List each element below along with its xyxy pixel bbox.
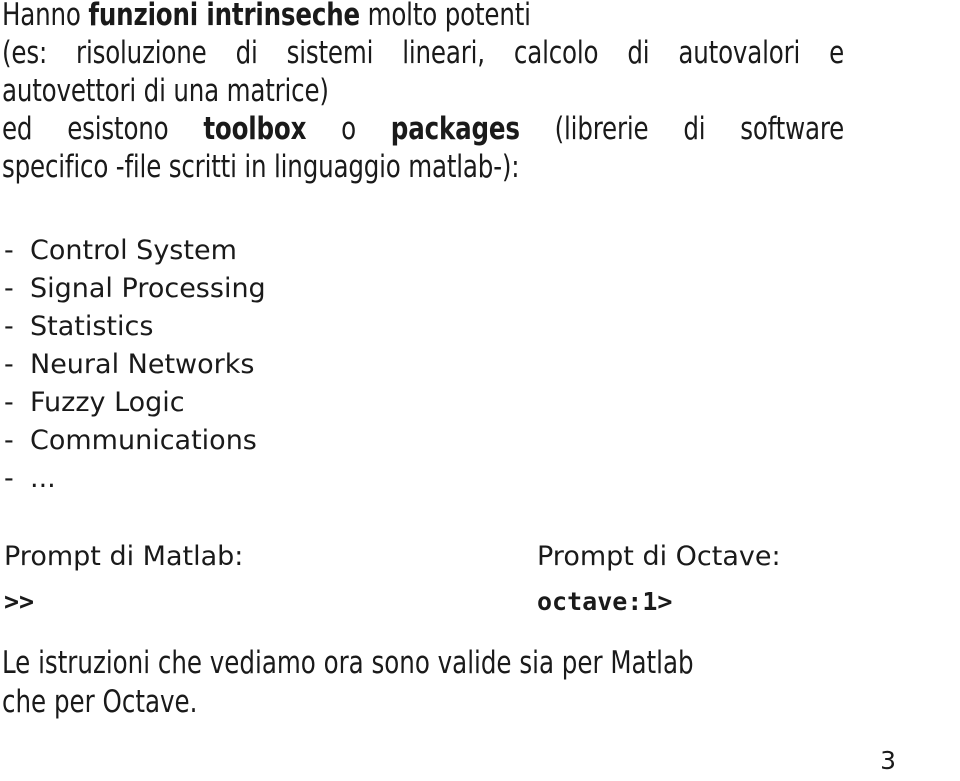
intro-emphasis: funzioni intrinseche xyxy=(88,0,360,33)
intro-word: sistemi xyxy=(286,35,374,71)
matlab-prompt-label: Prompt di Matlab: xyxy=(4,541,244,572)
octave-prompt-label: Prompt di Octave: xyxy=(537,541,781,572)
dash-bullet-icon: - xyxy=(4,349,14,380)
dash-bullet-icon: - xyxy=(4,273,14,304)
intro-text: autovettori di una matrice) xyxy=(2,73,329,109)
prompt-comparison: Prompt di Matlab: >> Prompt di Octave: o… xyxy=(4,540,954,630)
intro-text: specifico -file scritti in linguaggio ma… xyxy=(2,149,520,185)
intro-word: esistono xyxy=(67,111,169,147)
octave-prompt-value: octave:1> xyxy=(537,587,673,616)
list-item: - Fuzzy Logic xyxy=(4,384,524,422)
matlab-prompt-value: >> xyxy=(4,587,35,616)
list-item: - Neural Networks xyxy=(4,346,524,384)
toolbox-list: - Control System - Signal Processing - Statis… xyxy=(4,232,524,498)
intro-text: molto potenti xyxy=(359,0,531,33)
intro-line: ed esistono toolbox o packages (librerie di sof… xyxy=(2,110,844,148)
list-item: - Statistics xyxy=(4,308,524,346)
octave-prompt-column: Prompt di Octave: octave:1> xyxy=(537,540,781,621)
list-item-label: ... xyxy=(30,463,56,494)
intro-word: packages xyxy=(390,111,520,147)
intro-word: software xyxy=(740,111,845,147)
outro-line: che per Octave. xyxy=(2,684,198,720)
intro-line: Hanno funzioni intrinseche molto potenti xyxy=(2,0,844,34)
intro-line: specifico -file scritti in linguaggio ma… xyxy=(2,148,844,186)
dash-bullet-icon: - xyxy=(4,425,14,456)
list-item: - Communications xyxy=(4,422,524,460)
intro-word: ed xyxy=(2,111,33,147)
list-item: -... xyxy=(4,460,524,498)
intro-word: calcolo xyxy=(513,35,599,71)
intro-word: lineari, xyxy=(402,35,485,71)
list-item-label: Fuzzy Logic xyxy=(30,387,185,418)
matlab-prompt-column: Prompt di Matlab: >> xyxy=(4,540,243,621)
intro-word: toolbox xyxy=(203,111,307,147)
intro-word: di xyxy=(235,35,258,71)
dash-bullet-icon: - xyxy=(4,463,14,494)
list-item-label: Neural Networks xyxy=(30,349,255,380)
intro-word: o xyxy=(341,111,356,147)
intro-text: Hanno xyxy=(2,0,89,33)
intro-word: di xyxy=(683,111,706,147)
list-item-label: Signal Processing xyxy=(30,273,266,304)
intro-word: risoluzione xyxy=(76,35,207,71)
list-item-label: Control System xyxy=(30,235,237,266)
intro-word: (es: xyxy=(2,35,48,71)
intro-word: di xyxy=(627,35,650,71)
dash-bullet-icon: - xyxy=(4,311,14,342)
list-item-label: Communications xyxy=(30,425,257,456)
intro-word: autovalori xyxy=(678,35,801,71)
intro-word: (librerie xyxy=(554,111,649,147)
page-number: 3 xyxy=(880,746,896,775)
intro-paragraph: Hanno funzioni intrinseche molto potenti… xyxy=(2,0,844,186)
list-item-label: Statistics xyxy=(30,311,154,342)
intro-line: autovettori di una matrice) xyxy=(2,72,844,110)
dash-bullet-icon: - xyxy=(4,387,14,418)
slide-page: Hanno funzioni intrinseche molto potenti… xyxy=(0,0,960,781)
outro-line: Le istruzioni che vediamo ora sono valid… xyxy=(2,645,694,681)
intro-line: (es: risoluzione di sistemi lineari, calcolo d… xyxy=(2,34,844,72)
list-item: - Control System xyxy=(4,232,524,270)
dash-bullet-icon: - xyxy=(4,235,14,266)
list-item: - Signal Processing xyxy=(4,270,524,308)
intro-word: e xyxy=(829,35,845,71)
outro-paragraph: Le istruzioni che vediamo ora sono valid… xyxy=(2,644,844,722)
